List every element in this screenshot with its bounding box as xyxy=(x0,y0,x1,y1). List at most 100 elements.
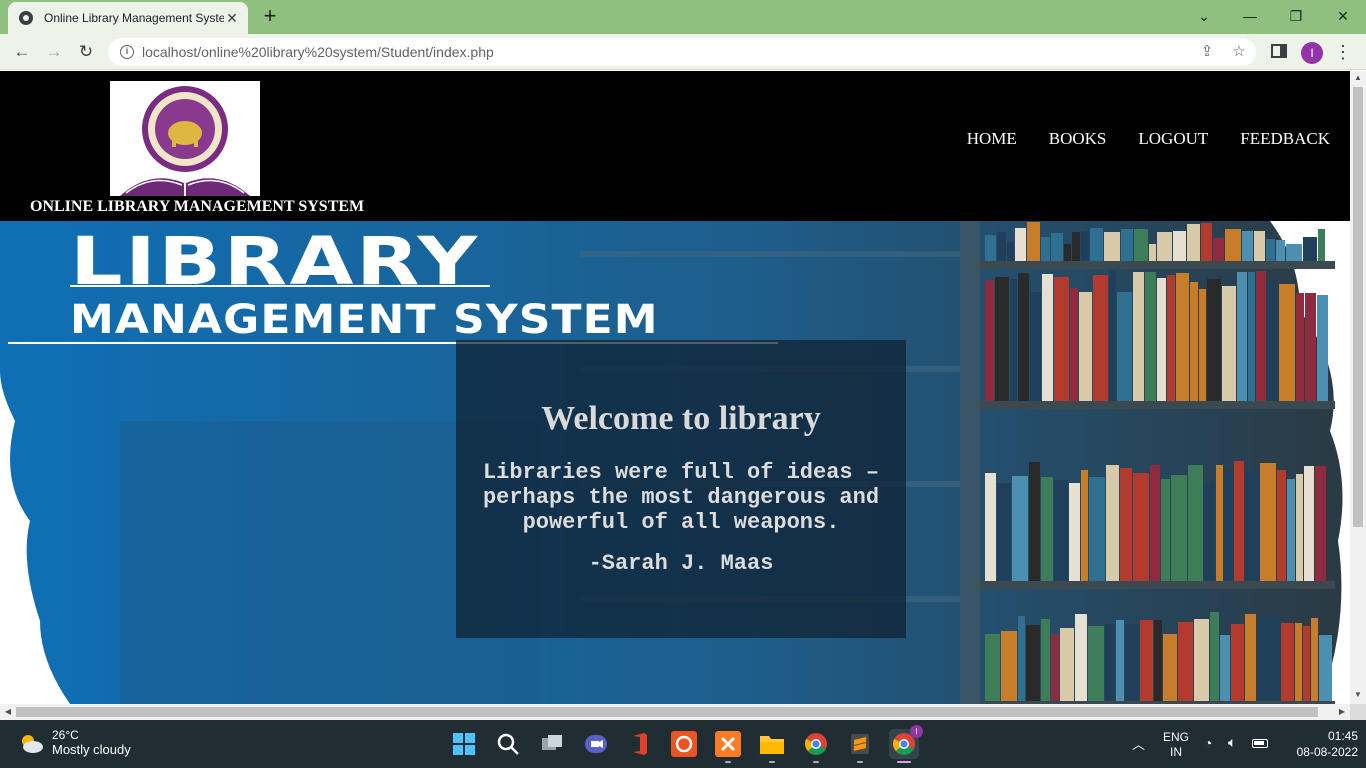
book-spine xyxy=(1231,624,1244,701)
book-spine xyxy=(1276,240,1285,261)
book-spine xyxy=(997,483,1011,581)
teams-chat-icon[interactable] xyxy=(581,729,611,759)
file-explorer-icon[interactable] xyxy=(757,729,787,763)
clock[interactable]: 01:45 08-08-2022 xyxy=(1290,728,1358,760)
book-spine xyxy=(1303,626,1310,701)
xampp-icon[interactable] xyxy=(713,729,743,763)
speaker-icon[interactable]: 🔈︎ xyxy=(1228,734,1236,751)
weather-widget[interactable]: 26°C Mostly cloudy xyxy=(18,728,131,757)
book-spine xyxy=(1245,472,1259,581)
book-spine xyxy=(1248,272,1255,401)
book-spine xyxy=(1072,232,1080,261)
bookmark-star-icon[interactable]: ☆ xyxy=(1230,43,1248,61)
chrome-profile-badge: I xyxy=(910,725,923,738)
share-icon[interactable]: ⇪ xyxy=(1198,43,1216,61)
book-spine xyxy=(1237,272,1247,401)
book-spine xyxy=(1296,474,1303,581)
book-spine xyxy=(985,280,994,401)
horizontal-scrollbar[interactable]: ◀ ▶ xyxy=(0,704,1350,720)
book-spine xyxy=(1225,229,1241,261)
book-spine xyxy=(1295,623,1302,701)
restore-icon[interactable]: ❐ xyxy=(1284,4,1308,28)
side-panel-icon[interactable] xyxy=(1271,44,1287,58)
chrome-profile-icon[interactable]: I xyxy=(889,725,923,763)
minimize-icon[interactable]: — xyxy=(1238,4,1262,28)
reload-icon[interactable]: ↻ xyxy=(74,40,98,64)
site-nav: HOME BOOKS LOGOUT FEEDBACK xyxy=(967,129,1330,149)
nav-logout-link[interactable]: LOGOUT xyxy=(1138,129,1208,149)
scroll-down-icon[interactable]: ▼ xyxy=(1353,690,1363,702)
welcome-heading: Welcome to library xyxy=(541,400,821,437)
profile-avatar[interactable]: I xyxy=(1301,42,1323,64)
task-view-icon[interactable] xyxy=(537,729,567,759)
book-spine xyxy=(1279,284,1295,401)
book-spine xyxy=(1149,244,1156,261)
new-tab-button[interactable]: + xyxy=(259,5,281,28)
book-spine xyxy=(1201,223,1212,261)
book-spine xyxy=(1190,282,1198,401)
site-info-icon[interactable]: i xyxy=(120,45,134,59)
scroll-right-icon[interactable]: ▶ xyxy=(1336,706,1348,718)
office-icon[interactable] xyxy=(625,729,655,759)
book-spine xyxy=(1001,631,1017,701)
banner-title-subtitle: MANAGEMENT SYSTEM xyxy=(70,297,659,343)
wifi-icon[interactable]: ◔ xyxy=(1204,735,1212,751)
url-text[interactable]: localhost/online%20library%20system/Stud… xyxy=(142,44,494,60)
windows-start-icon[interactable] xyxy=(449,729,479,759)
running-indicator xyxy=(857,761,863,763)
close-window-icon[interactable]: ✕ xyxy=(1331,4,1355,28)
back-icon[interactable]: ← xyxy=(10,40,34,64)
battery-icon[interactable] xyxy=(1252,739,1268,748)
book-spine xyxy=(1234,461,1244,581)
weather-condition: Mostly cloudy xyxy=(52,742,131,757)
book-spine xyxy=(1188,465,1203,581)
book-spine xyxy=(1213,238,1224,261)
book-spine xyxy=(1109,271,1116,401)
clock-date: 08-08-2022 xyxy=(1296,745,1358,759)
site-header: ONLINE LIBRARY MANAGEMENT SYSTEM HOME BO… xyxy=(0,71,1350,221)
book-spine xyxy=(1187,224,1200,261)
book-spine xyxy=(1199,289,1206,401)
book-spine xyxy=(1287,479,1295,581)
book-spine xyxy=(1134,229,1148,261)
ubuntu-icon[interactable] xyxy=(669,729,699,759)
nav-feedback-link[interactable]: FEEDBACK xyxy=(1240,129,1330,149)
browser-toolbar: ← → ↻ i localhost/online%20library%20sys… xyxy=(0,34,1366,70)
active-indicator xyxy=(897,761,911,763)
clock-time: 01:45 xyxy=(1327,729,1358,743)
region-code: IN xyxy=(1170,745,1182,759)
scroll-up-icon[interactable]: ▲ xyxy=(1353,73,1363,85)
chrome-icon[interactable] xyxy=(801,729,831,763)
nav-books-link[interactable]: BOOKS xyxy=(1049,129,1107,149)
book-spine xyxy=(1051,233,1063,261)
book-spine xyxy=(1070,288,1078,401)
horizontal-scroll-thumb[interactable] xyxy=(16,707,1318,717)
background-shelf xyxy=(580,251,960,257)
scroll-left-icon[interactable]: ◀ xyxy=(2,706,14,718)
vertical-scrollbar[interactable]: ▲ ▼ xyxy=(1350,71,1366,704)
nav-home-link[interactable]: HOME xyxy=(967,129,1017,149)
close-tab-icon[interactable]: ✕ xyxy=(224,10,240,26)
book-spine xyxy=(1281,623,1294,701)
sublime-text-icon[interactable] xyxy=(845,729,875,763)
browser-tab[interactable]: Online Library Management System ✕ xyxy=(8,2,248,34)
book-spine xyxy=(1120,468,1132,581)
show-hidden-icons-chevron-icon[interactable]: ︿ xyxy=(1132,734,1145,753)
book-spine xyxy=(1176,273,1189,401)
tab-search-icon[interactable]: ⌄ xyxy=(1192,4,1216,28)
address-bar[interactable]: i localhost/online%20library%20system/St… xyxy=(108,38,1256,66)
vertical-scroll-thumb[interactable] xyxy=(1353,87,1363,527)
book-spine xyxy=(1060,628,1074,701)
book-spine xyxy=(1222,286,1236,401)
book-spine xyxy=(1030,292,1041,401)
kebab-menu-icon[interactable]: ⋮ xyxy=(1334,40,1352,64)
book-spine xyxy=(1315,466,1326,581)
book-spine xyxy=(1125,624,1139,701)
book-spine xyxy=(1051,634,1059,701)
search-icon[interactable] xyxy=(493,729,523,759)
book-spine xyxy=(1317,295,1328,401)
book-spine xyxy=(1220,635,1230,701)
forward-icon[interactable]: → xyxy=(42,40,66,64)
book-spine xyxy=(1245,614,1256,701)
language-indicator[interactable]: ENG IN xyxy=(1162,730,1190,760)
